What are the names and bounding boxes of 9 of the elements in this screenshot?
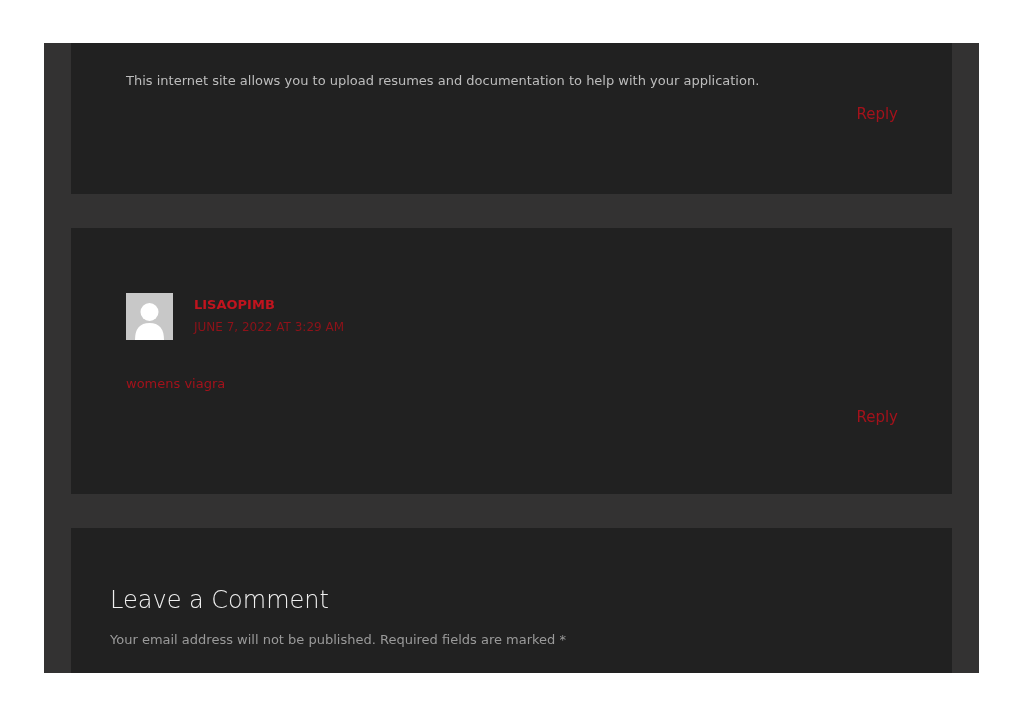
reply-link[interactable]: Reply (856, 102, 898, 125)
comment-date[interactable]: JUNE 7, 2022 AT 3:29 AM (194, 319, 345, 335)
avatar-icon (126, 293, 173, 340)
form-notes: Your email address will not be published. Required fields are marked * (110, 631, 567, 649)
author-link[interactable]: LISAOPIMB (194, 297, 345, 313)
form-title: Leave a Comment (110, 585, 330, 616)
reply-link[interactable]: Reply (856, 405, 898, 428)
comment-text: This internet site allows you to upload resumes and documentation to help with your application. (126, 72, 760, 90)
comment-link[interactable]: womens viagra (126, 374, 226, 394)
